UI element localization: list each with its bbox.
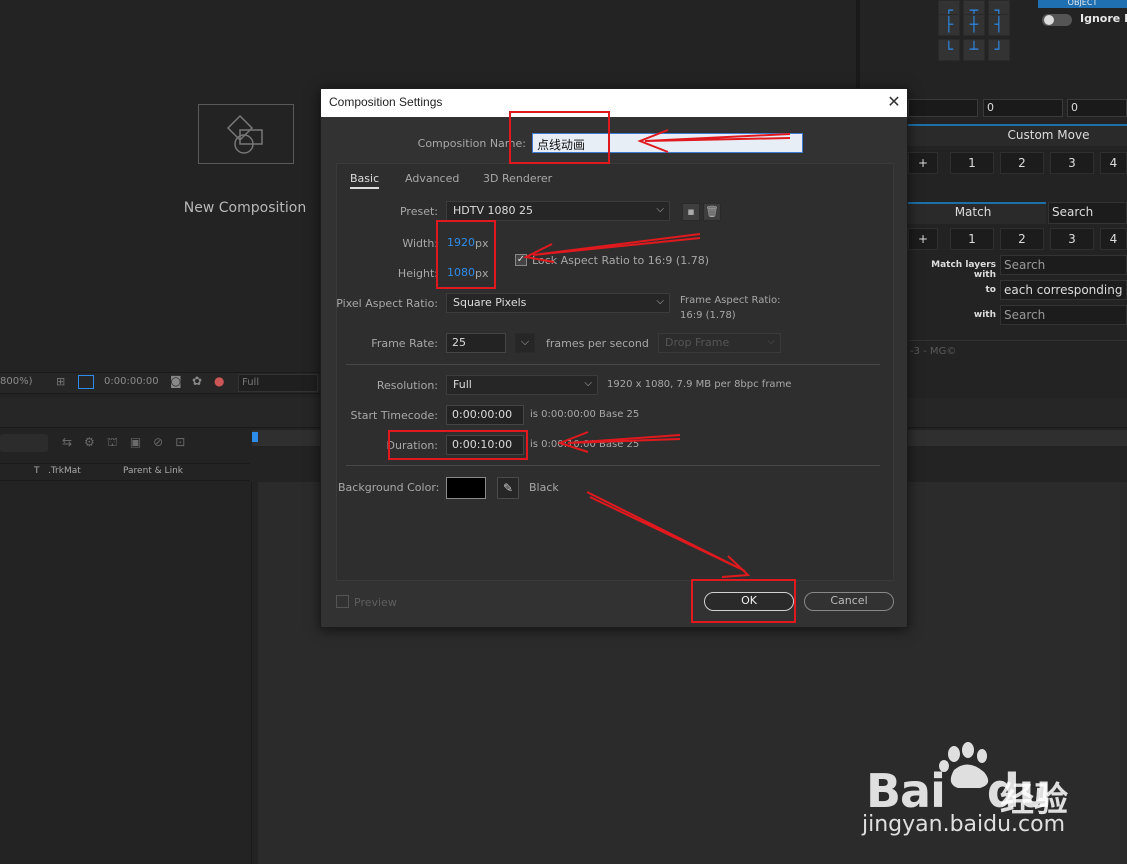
annotation-arrow-ok bbox=[586, 491, 746, 572]
annotation-arrow-duration bbox=[567, 434, 681, 444]
annotation-arrows bbox=[522, 129, 791, 578]
annotation-arrow-size bbox=[532, 233, 701, 256]
annotation-arrow-name bbox=[644, 133, 791, 142]
watermark-url: jingyan.baidu.com bbox=[862, 812, 1066, 837]
